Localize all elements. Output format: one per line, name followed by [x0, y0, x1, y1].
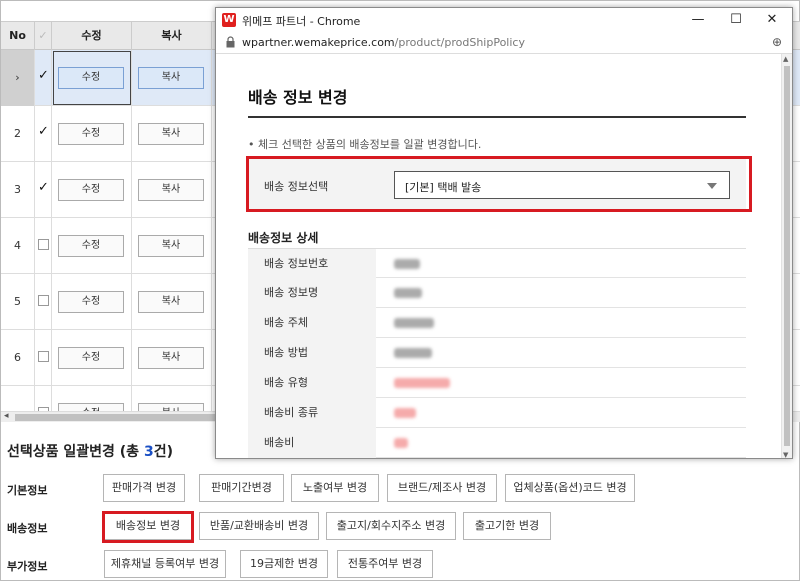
bulk-row-label: 기본정보 [7, 484, 48, 497]
row-number: 5 [1, 274, 35, 330]
popup-note: • 체크 선택한 상품의 배송정보를 일괄 변경합니다. [248, 138, 482, 151]
copy-button[interactable]: 복사 [138, 67, 204, 89]
bulk-change-row: 기본정보 판매가격 변경 판매기간변경 노출여부 변경 브랜드/제조사 변경 업체상품(옵… [1, 474, 800, 504]
scrollbar-thumb[interactable] [784, 66, 790, 446]
bulk-change-button[interactable]: 브랜드/제조사 변경 [387, 474, 497, 502]
copy-button[interactable]: 복사 [138, 291, 204, 313]
bulk-change-button[interactable]: 제휴채널 등록여부 변경 [104, 550, 226, 578]
row-checkbox[interactable]: ✓ [38, 181, 49, 194]
popup-title: 배송 정보 변경 [248, 88, 348, 107]
wemakeprice-logo-icon: W [222, 13, 236, 27]
lock-icon [226, 36, 235, 48]
copy-button[interactable]: 복사 [138, 347, 204, 369]
detail-label: 배송 정보명 [248, 278, 376, 308]
shipping-policy-popup-window: W 위메프 파트너 - Chrome — ☐ ✕ wpartner.wemake… [215, 7, 793, 459]
detail-row: 배송비 종류 [248, 398, 746, 428]
zoom-icon[interactable]: ⊕ [772, 35, 782, 49]
bulk-change-button[interactable]: 판매기간변경 [199, 474, 284, 502]
detail-row: 배송 정보명 [248, 278, 746, 308]
row-checkbox[interactable]: ✓ [38, 125, 49, 138]
edit-button[interactable]: 수정 [58, 235, 124, 257]
detail-row: 배송비 [248, 428, 746, 458]
edit-button[interactable]: 수정 [58, 291, 124, 313]
row-number: › [1, 50, 35, 106]
address-bar[interactable]: wpartner.wemakeprice.com/product/prodShi… [216, 32, 792, 54]
url-text[interactable]: wpartner.wemakeprice.com/product/prodShi… [242, 36, 525, 49]
bulk-change-button[interactable]: 19금제한 변경 [240, 550, 328, 578]
bulk-change-button[interactable]: 출고지/회수지주소 변경 [326, 512, 456, 540]
copy-button[interactable]: 복사 [138, 235, 204, 257]
edit-button[interactable]: 수정 [58, 403, 124, 411]
popup-content: 배송 정보 변경 • 체크 선택한 상품의 배송정보를 일괄 변경합니다. 배송… [216, 54, 782, 458]
detail-label: 배송 주체 [248, 308, 376, 338]
highlight-box-shipping-select [246, 156, 752, 212]
blurred-value [394, 288, 422, 298]
scrollbar-thumb[interactable] [15, 414, 225, 421]
detail-label: 배송 방법 [248, 338, 376, 368]
edit-button[interactable]: 수정 [58, 123, 124, 145]
bulk-change-button[interactable]: 노출여부 변경 [291, 474, 379, 502]
header-check-icon[interactable]: ✓ [35, 22, 52, 50]
blurred-value [394, 408, 416, 418]
detail-label: 배송비 종류 [248, 398, 376, 428]
selected-count: 3 [143, 444, 154, 460]
header-copy: 복사 [132, 22, 212, 50]
bulk-row-label: 부가정보 [7, 560, 48, 573]
detail-section-title: 배송정보 상세 [248, 231, 319, 245]
detail-label: 배송 유형 [248, 368, 376, 398]
detail-row: 배송 유형 [248, 368, 746, 398]
row-checkbox[interactable] [38, 295, 49, 306]
bulk-change-button[interactable]: 판매가격 변경 [103, 474, 185, 502]
row-number: 3 [1, 162, 35, 218]
scroll-down-icon[interactable]: ▼ [783, 451, 788, 458]
scroll-up-icon[interactable]: ▲ [783, 55, 788, 63]
edit-button[interactable]: 수정 [58, 67, 124, 89]
row-number [1, 386, 35, 411]
row-number: 6 [1, 330, 35, 386]
detail-label: 배송 정보번호 [248, 249, 376, 279]
row-checkbox[interactable]: ✓ [38, 69, 49, 82]
blurred-value [394, 318, 434, 328]
scroll-left-icon[interactable]: ◂ [4, 411, 9, 421]
blurred-value [394, 348, 432, 358]
bulk-change-button[interactable]: 전통주여부 변경 [337, 550, 433, 578]
popup-vertical-scrollbar[interactable]: ▲ ▼ [781, 54, 792, 458]
title-divider [248, 116, 746, 118]
row-checkbox[interactable] [38, 239, 49, 250]
bulk-change-button[interactable]: 반품/교환배송비 변경 [199, 512, 319, 540]
copy-button[interactable]: 복사 [138, 179, 204, 201]
detail-row: 배송 방법 [248, 338, 746, 368]
window-title: 위메프 파트너 - Chrome [242, 15, 361, 28]
shipping-detail-table: 배송 정보번호 배송 정보명 배송 주체 배송 방법 배송 유형 배송비 종류 배송비 [248, 248, 746, 458]
row-number: 4 [1, 218, 35, 274]
close-icon[interactable]: ✕ [760, 10, 784, 30]
header-no: No [1, 22, 35, 50]
bulk-change-button[interactable]: 출고기한 변경 [463, 512, 551, 540]
blurred-value [394, 378, 450, 388]
copy-button[interactable]: 복사 [138, 403, 204, 411]
bulk-row-label: 배송정보 [7, 522, 48, 535]
edit-button[interactable]: 수정 [58, 179, 124, 201]
blurred-value [394, 259, 420, 269]
bulk-change-row: 부가정보 제휴채널 등록여부 변경 19금제한 변경 전통주여부 변경 [1, 550, 800, 580]
row-checkbox[interactable] [38, 351, 49, 362]
detail-label: 배송비 [248, 428, 376, 458]
detail-row: 배송 정보번호 [248, 248, 746, 279]
blurred-value [394, 438, 408, 448]
copy-button[interactable]: 복사 [138, 123, 204, 145]
row-number: 2 [1, 106, 35, 162]
window-titlebar: W 위메프 파트너 - Chrome — ☐ ✕ [216, 8, 792, 32]
highlight-box-shipping-button [102, 511, 194, 543]
maximize-icon[interactable]: ☐ [724, 10, 748, 30]
header-edit: 수정 [52, 22, 132, 50]
bulk-change-title: 선택상품 일괄변경 (총 3건) [7, 444, 173, 460]
bulk-change-button[interactable]: 업체상품(옵션)코드 변경 [505, 474, 635, 502]
detail-row: 배송 주체 [248, 308, 746, 338]
edit-button[interactable]: 수정 [58, 347, 124, 369]
minimize-icon[interactable]: — [686, 10, 710, 30]
